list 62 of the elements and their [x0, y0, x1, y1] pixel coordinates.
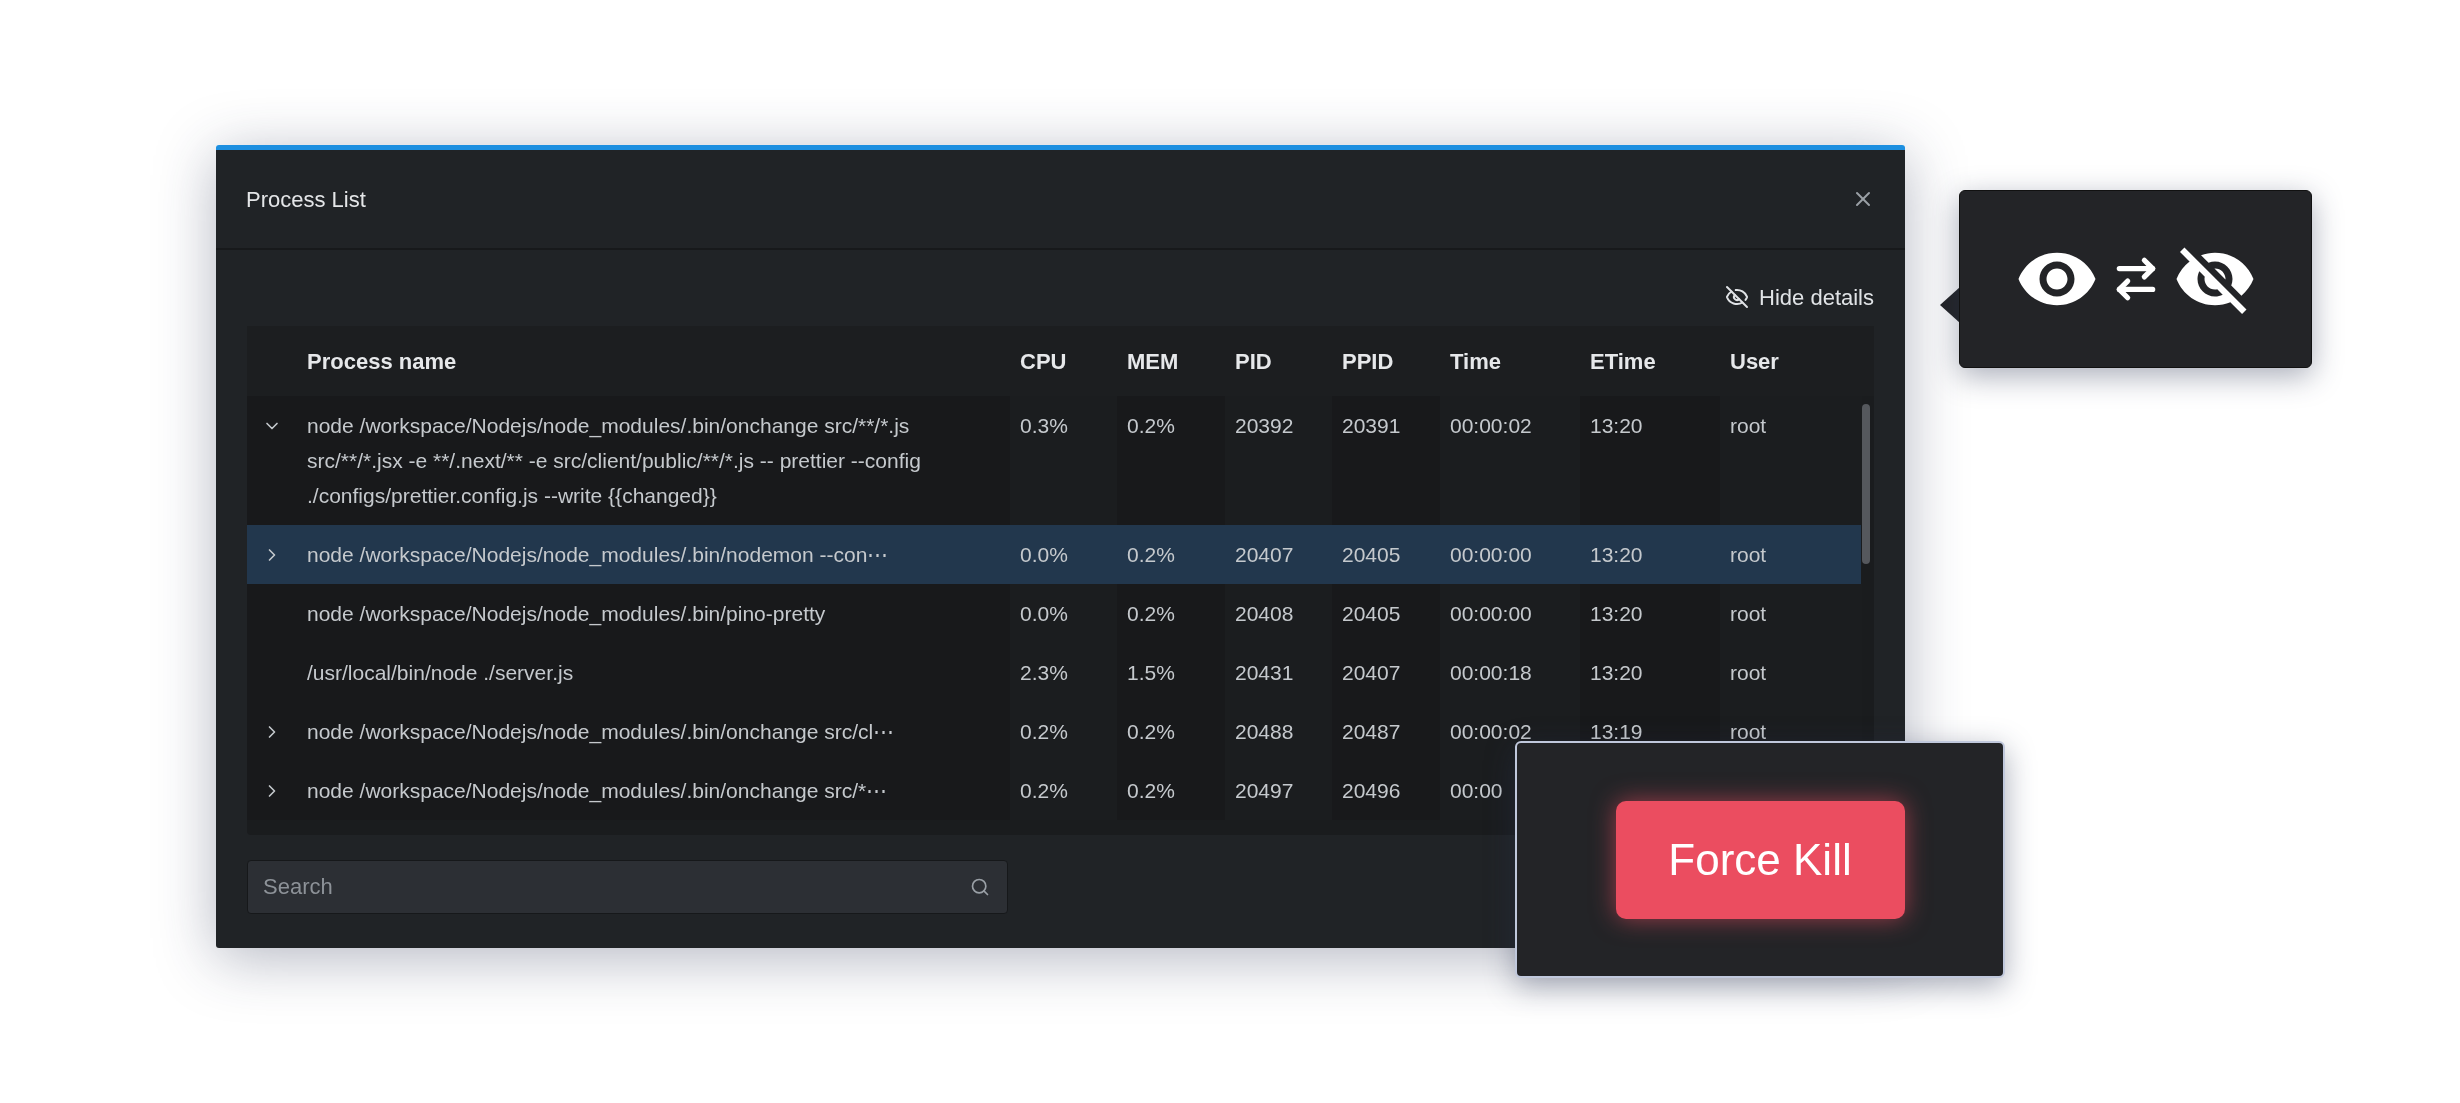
table-cell: 0.2%	[1127, 543, 1175, 566]
search-field[interactable]: Search	[247, 860, 1008, 914]
hide-details-button[interactable]: Hide details	[1725, 280, 1874, 314]
table-cell: 20431	[1235, 661, 1294, 684]
table-cell: 0.2%	[1127, 602, 1175, 625]
table-cell: 2.3%	[1020, 661, 1068, 684]
table-cell: 0.2%	[1020, 779, 1068, 802]
table-cell: root	[1730, 602, 1767, 625]
table-cell: root	[1730, 543, 1767, 566]
scrollbar[interactable]	[1862, 404, 1870, 564]
table-cell: 00:00:02	[1450, 720, 1532, 743]
eye-off-icon	[1725, 285, 1750, 309]
table-cell: 00:00:00	[1450, 602, 1532, 625]
table-cell: 0.2%	[1127, 720, 1175, 743]
table-cell: 13:20	[1590, 661, 1643, 684]
column-header[interactable]: ETime	[1590, 348, 1656, 374]
column-header[interactable]: PID	[1235, 348, 1272, 374]
process-name: node /workspace/Nodejs/node_modules/.bin/nodemon --con⋯	[307, 543, 889, 566]
process-name: node /workspace/Nodejs/node_modules/.bin/onchange src/cl⋯	[307, 720, 895, 743]
table-cell: 00:00	[1450, 779, 1503, 802]
table-cell: 20391	[1342, 414, 1401, 437]
table-cell: 0.2%	[1127, 779, 1175, 802]
table-cell: 13:20	[1590, 602, 1643, 625]
table-cell: 0.3%	[1020, 414, 1068, 437]
table-cell: 1.5%	[1127, 661, 1175, 684]
column-header[interactable]: User	[1730, 348, 1779, 374]
dialog-title: Process List	[246, 185, 366, 214]
force-kill-button[interactable]: Force Kill	[1615, 800, 1905, 919]
table-cell: 0.0%	[1020, 602, 1068, 625]
table-cell: 13:20	[1590, 414, 1643, 437]
table-cell: 20407	[1235, 543, 1294, 566]
table-cell: 00:00:02	[1450, 414, 1532, 437]
column-header[interactable]: PPID	[1342, 348, 1394, 374]
table-cell: 0.2%	[1127, 414, 1175, 437]
column-header[interactable]: Process name	[307, 348, 457, 374]
table-cell: 20407	[1342, 661, 1401, 684]
process-name: /usr/local/bin/node ./server.js	[307, 661, 574, 684]
table-cell: 20408	[1235, 602, 1294, 625]
table-cell: root	[1730, 414, 1767, 437]
table-cell: 00:00:18	[1450, 661, 1532, 684]
column-header[interactable]: CPU	[1020, 348, 1067, 374]
table-cell: root	[1730, 720, 1767, 743]
table-cell: 20392	[1235, 414, 1294, 437]
process-name: node /workspace/Nodejs/node_modules/.bin/onchange src/*⋯	[307, 779, 888, 802]
table-cell: 20405	[1342, 602, 1401, 625]
process-name: node /workspace/Nodejs/node_modules/.bin/pino-pretty	[307, 602, 826, 625]
table-cell: 20497	[1235, 779, 1294, 802]
table-cell: 13:19	[1590, 720, 1643, 743]
table-cell: 20405	[1342, 543, 1401, 566]
column-header[interactable]: Time	[1450, 348, 1501, 374]
column-header[interactable]: MEM	[1127, 348, 1179, 374]
table-row[interactable]: node /workspace/Nodejs/node_modules/.bin/nodemon --con⋯ 0.0% 0.2% 20407 20405 00:00:00 13:20 root	[247, 525, 1861, 584]
table-cell: 0.0%	[1020, 543, 1068, 566]
table-cell: 20488	[1235, 720, 1294, 743]
table-cell: 20496	[1342, 779, 1401, 802]
process-name: node /workspace/Nodejs/node_modules/.bin/onchange src/**/*.js src/**/*.jsx -e **/.next/** -e src/client/public/**/*.js -- prettier --config ./configs/prettier.config.js --write {{changed}}	[307, 414, 921, 507]
table-cell: 00:00:00	[1450, 543, 1532, 566]
table-cell: root	[1730, 661, 1767, 684]
table-cell: 0.2%	[1020, 720, 1068, 743]
table-cell: 20487	[1342, 720, 1401, 743]
search-icon	[970, 877, 990, 897]
table-cell: 13:20	[1590, 543, 1643, 566]
